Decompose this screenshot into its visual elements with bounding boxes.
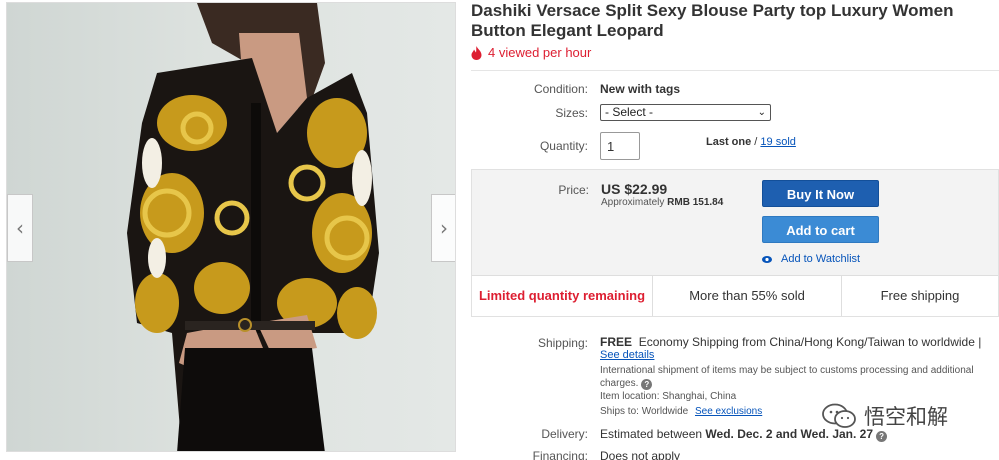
- item-location-value: Shanghai, China: [662, 391, 737, 402]
- international-shipping-note: International shipment of items may be s…: [600, 364, 999, 390]
- views-text: 4 viewed per hour: [488, 45, 592, 60]
- chat-bubbles-icon: [822, 403, 856, 428]
- sizes-selected-value: - Select -: [605, 105, 654, 119]
- approx-value: RMB 151.84: [667, 197, 724, 208]
- watermark-text: 悟空和解: [864, 405, 948, 429]
- sizes-label: Sizes:: [555, 106, 588, 120]
- quantity-label: Quantity:: [539, 139, 588, 153]
- item-location: Item location: Shanghai, China: [600, 391, 736, 402]
- views-indicator: 4 viewed per hour: [471, 45, 591, 60]
- add-to-cart-button[interactable]: Add to cart: [762, 216, 879, 243]
- sizes-dropdown[interactable]: - Select - ⌄: [600, 104, 771, 121]
- last-one-text: Last one: [706, 136, 752, 148]
- shipping-description: Economy Shipping from China/Hong Kong/Ta…: [638, 335, 982, 349]
- chevron-down-icon: ⌄: [757, 107, 766, 118]
- divider: [471, 70, 999, 71]
- help-icon[interactable]: ?: [876, 431, 888, 442]
- price-panel: Price: US $22.99 Approximately RMB 151.8…: [471, 169, 999, 317]
- watermark: 悟空和解: [822, 401, 948, 431]
- flame-icon: [471, 45, 482, 60]
- financing-value: Does not apply: [600, 449, 681, 460]
- shipping-free: FREE: [600, 335, 633, 349]
- listing-title: Dashiki Versace Split Sexy Blouse Party …: [471, 1, 954, 40]
- price-label: Price:: [558, 183, 589, 197]
- ships-to: Ships to: Worldwide See exclusions: [600, 406, 762, 417]
- delivery-prefix: Estimated between: [600, 427, 703, 441]
- see-exclusions-link[interactable]: See exclusions: [695, 406, 762, 417]
- eye-icon: [762, 255, 772, 263]
- stock-note: Last one / 19 sold: [706, 136, 796, 148]
- limited-quantity-highlight: Limited quantity remaining: [472, 276, 653, 316]
- previous-image-arrow[interactable]: ‹: [7, 194, 33, 262]
- watchlist-text: Add to Watchlist: [781, 253, 861, 265]
- sold-count-link[interactable]: 19 sold: [760, 136, 795, 148]
- ships-to-value: Worldwide: [641, 406, 689, 417]
- condition-value: New with tags: [600, 82, 681, 96]
- shipping-label: Shipping:: [537, 336, 588, 350]
- approx-prefix: Approximately: [601, 197, 665, 208]
- quantity-input[interactable]: 1: [600, 132, 640, 160]
- item-location-label: Item location:: [600, 391, 660, 402]
- condition-label: Condition:: [533, 82, 588, 96]
- sold-percent-highlight: More than 55% sold: [653, 276, 842, 316]
- see-details-link[interactable]: See details: [600, 349, 654, 361]
- intl-note-text: International shipment of items may be s…: [600, 365, 974, 389]
- add-to-watchlist-link[interactable]: Add to Watchlist: [762, 253, 860, 265]
- product-photo: [127, 3, 379, 451]
- product-image-gallery[interactable]: ‹ ›: [6, 2, 456, 452]
- shipping-summary: FREE Economy Shipping from China/Hong Ko…: [600, 335, 981, 349]
- approx-price: Approximately RMB 151.84: [601, 197, 723, 208]
- free-shipping-highlight: Free shipping: [842, 276, 998, 316]
- delivery-label: Delivery:: [541, 427, 588, 441]
- next-image-arrow[interactable]: ›: [431, 194, 455, 262]
- help-icon[interactable]: ?: [641, 379, 653, 390]
- ships-to-label: Ships to:: [600, 406, 639, 417]
- price-value: US $22.99: [601, 181, 668, 197]
- buy-it-now-button[interactable]: Buy It Now: [762, 180, 879, 207]
- financing-label: Financing:: [532, 449, 588, 460]
